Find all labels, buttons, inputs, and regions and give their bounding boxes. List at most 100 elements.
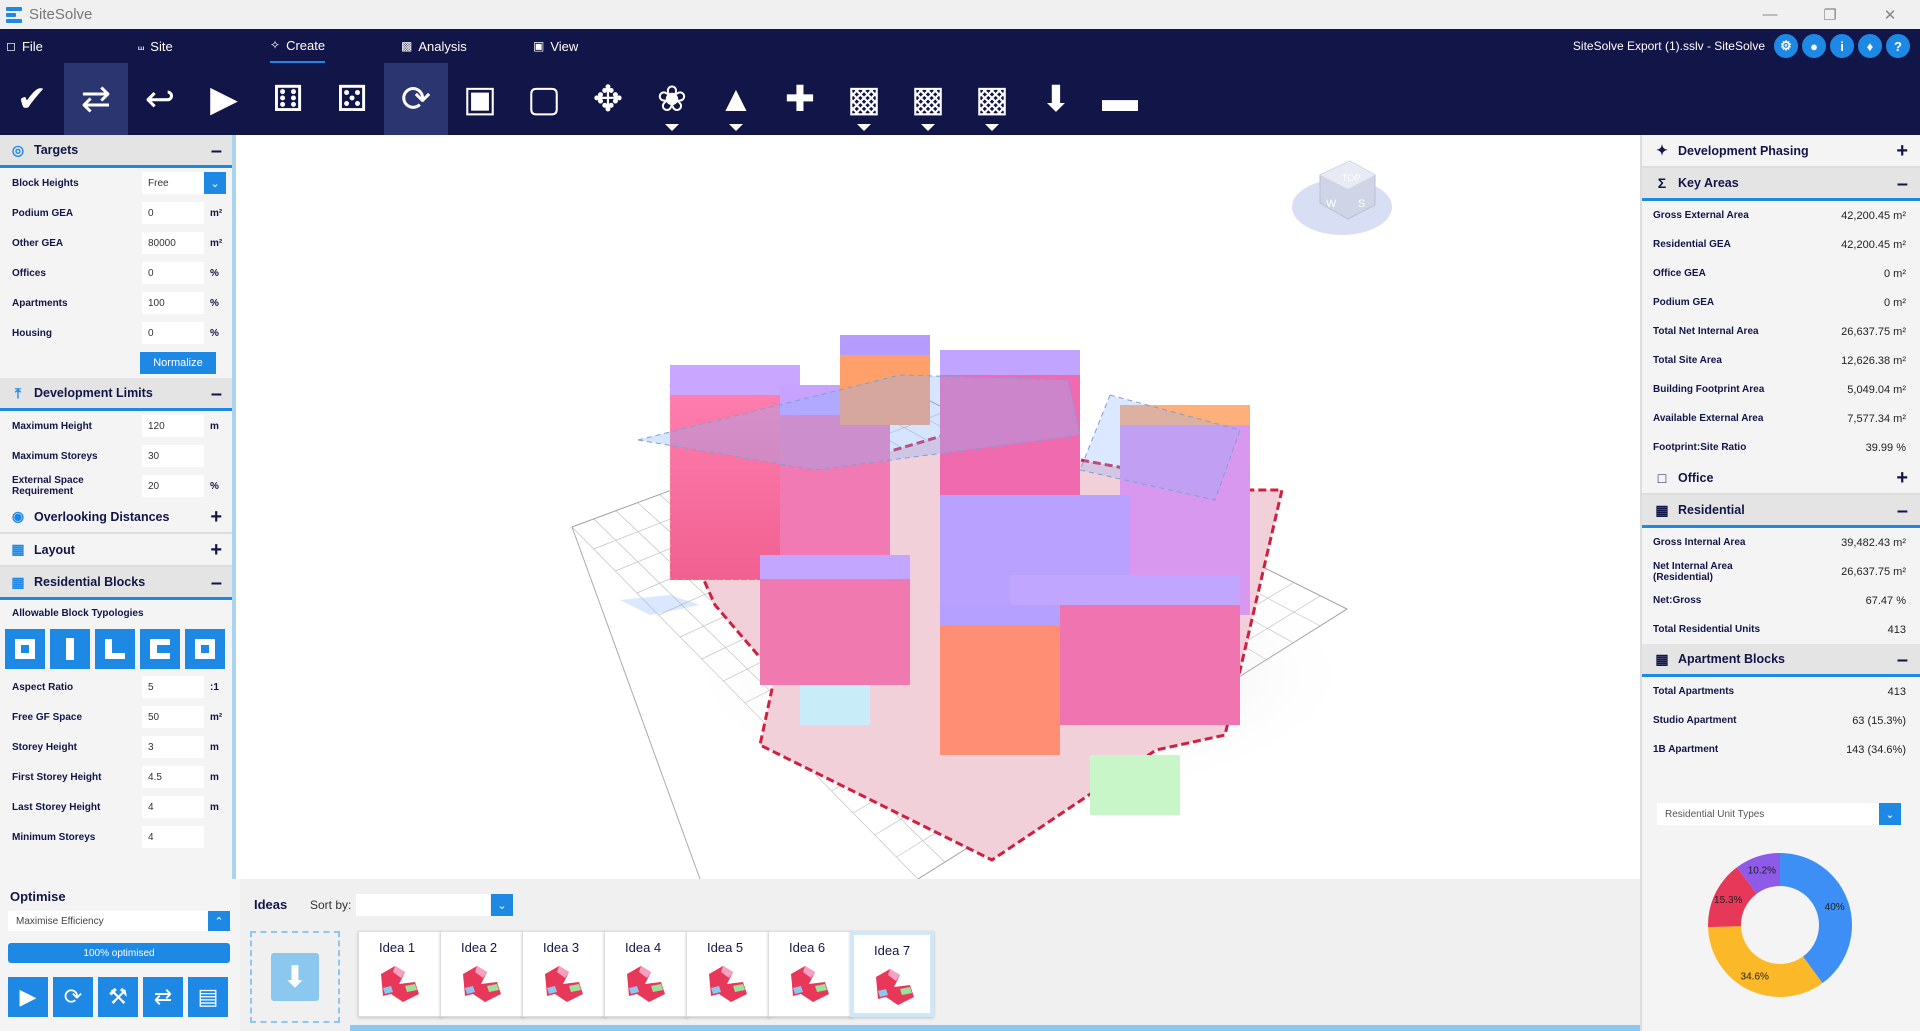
row-value: 7,577.34 m² xyxy=(1847,412,1906,425)
idea-card[interactable]: Idea 5 xyxy=(686,931,770,1017)
expand-icon[interactable]: + xyxy=(210,539,222,562)
collapse-icon[interactable]: – xyxy=(211,140,222,163)
tab-view[interactable]: ▣ View xyxy=(533,29,578,63)
help-icon[interactable]: ? xyxy=(1886,34,1910,58)
close-icon[interactable]: ✕ xyxy=(1860,0,1920,29)
network-icon[interactable]: ✥ xyxy=(576,63,640,135)
idea-card[interactable]: Idea 7 xyxy=(850,931,934,1017)
expand-icon[interactable]: + xyxy=(1896,467,1908,490)
normalize-button[interactable]: Normalize xyxy=(140,352,216,374)
broadcast-icon[interactable]: ❀ xyxy=(640,63,704,135)
section-development-limits[interactable]: ⤒ Development Limits – xyxy=(0,378,232,411)
first-storey-height-input[interactable]: 4.5 xyxy=(142,766,204,788)
lock-icon[interactable]: ▣ xyxy=(448,63,512,135)
tab-file[interactable]: ◻ File xyxy=(6,29,43,63)
chevron-up-icon[interactable]: ⌃ xyxy=(208,911,230,931)
refresh-icon[interactable]: ⟳ xyxy=(53,977,93,1017)
idea-card[interactable]: Idea 3 xyxy=(522,931,606,1017)
section-residential-blocks[interactable]: ▦ Residential Blocks – xyxy=(0,567,232,600)
minimum-storeys-input[interactable]: 4 xyxy=(142,826,204,848)
free-gf-space-input[interactable]: 50 xyxy=(142,706,204,728)
buildings-icon[interactable]: ▲ xyxy=(704,63,768,135)
expand-icon[interactable]: + xyxy=(1896,140,1908,163)
play-icon[interactable]: ▶ xyxy=(192,63,256,135)
section-targets[interactable]: ◎ Targets – xyxy=(0,135,232,168)
storey-height-input[interactable]: 3 xyxy=(142,736,204,758)
minus-icon[interactable]: ▬ xyxy=(1088,63,1152,135)
sort-by-select[interactable] xyxy=(356,894,490,916)
undo-arrow-icon[interactable]: ↩ xyxy=(128,63,192,135)
restore-icon[interactable]: ❐ xyxy=(1800,0,1860,29)
shuffle-icon[interactable]: ⇄ xyxy=(143,977,183,1017)
idea-card[interactable]: Idea 1 xyxy=(358,931,442,1017)
podium-gea-input[interactable]: 0 xyxy=(142,202,204,224)
save-idea-dropzone[interactable]: ⬇ xyxy=(250,931,340,1023)
optimize-shuffle-icon[interactable]: ⇄ xyxy=(64,63,128,135)
user-icon[interactable]: ● xyxy=(1802,34,1826,58)
section-layout[interactable]: ▦ Layout + xyxy=(0,534,232,567)
idea-card[interactable]: Idea 4 xyxy=(604,931,688,1017)
collapse-icon[interactable]: – xyxy=(1897,173,1908,196)
optimise-mode-select[interactable]: Maximise Efficiency xyxy=(8,911,208,931)
collapse-icon[interactable]: – xyxy=(211,383,222,406)
block-heights-select[interactable]: Free xyxy=(142,172,204,194)
apartments-input[interactable]: 100 xyxy=(142,292,204,314)
unlock-icon[interactable]: ▢ xyxy=(512,63,576,135)
external-space-input[interactable]: 20 xyxy=(142,475,204,497)
check-icon[interactable]: ✔ xyxy=(0,63,64,135)
section-development-phasing[interactable]: ✦ Development Phasing + xyxy=(1642,135,1920,168)
section-residential[interactable]: ▦ Residential – xyxy=(1642,495,1920,528)
collapse-icon[interactable]: – xyxy=(1897,649,1908,672)
massing-model-view[interactable]: TOP W S xyxy=(240,135,1640,879)
section-key-areas[interactable]: Σ Key Areas – xyxy=(1642,168,1920,201)
section-overlooking-distances[interactable]: ◉ Overlooking Distances + xyxy=(0,501,232,534)
box-cut-icon[interactable]: ▩ xyxy=(960,63,1024,135)
toolbar: ✔ ⇄ ↩ ▶ ⚅ ⚄ ⟳ ▣ ▢ ✥ ❀ ▲ ✚ ▩ ▩ ▩ ⬇ ▬ xyxy=(0,63,1920,135)
idea-card[interactable]: Idea 6 xyxy=(768,931,852,1017)
aspect-ratio-input[interactable]: 5 xyxy=(142,676,204,698)
box-pen-icon[interactable]: ▩ xyxy=(896,63,960,135)
typology-l-shape-icon[interactable] xyxy=(95,629,135,669)
3d-viewport[interactable]: TOP W S xyxy=(240,135,1640,879)
maximum-height-input[interactable]: 120 xyxy=(142,415,204,437)
maximum-storeys-input[interactable]: 30 xyxy=(142,445,204,467)
dice-pair-icon[interactable]: ⚄ xyxy=(320,63,384,135)
collapse-icon[interactable]: – xyxy=(211,572,222,595)
last-storey-height-input[interactable]: 4 xyxy=(142,796,204,818)
tab-analysis[interactable]: ▩ Analysis xyxy=(401,29,467,63)
expand-icon[interactable]: + xyxy=(210,506,222,529)
clipboard-icon[interactable]: ▤ xyxy=(188,977,228,1017)
view-navigation-cube[interactable]: TOP W S xyxy=(1292,160,1392,235)
housing-input[interactable]: 0 xyxy=(142,322,204,344)
other-gea-input[interactable]: 80000 xyxy=(142,232,204,254)
minimize-icon[interactable]: — xyxy=(1740,0,1800,29)
play-icon[interactable]: ▶ xyxy=(8,977,48,1017)
info-icon[interactable]: i xyxy=(1830,34,1854,58)
dice-icon[interactable]: ⚅ xyxy=(256,63,320,135)
tab-create[interactable]: ✧ Create xyxy=(270,29,326,63)
section-apartment-blocks[interactable]: ▦ Apartment Blocks – xyxy=(1642,644,1920,677)
section-office[interactable]: □ Office + xyxy=(1642,462,1920,495)
bell-icon[interactable]: ♦ xyxy=(1858,34,1882,58)
box-edit-icon[interactable]: ▩ xyxy=(832,63,896,135)
typology-square-icon[interactable] xyxy=(5,629,45,669)
offices-input[interactable]: 0 xyxy=(142,262,204,284)
unit-types-select[interactable]: Residential Unit Types xyxy=(1657,803,1879,825)
typology-courtyard-icon[interactable] xyxy=(185,629,225,669)
wrench-icon[interactable]: ⚒ xyxy=(98,977,138,1017)
chevron-down-icon[interactable]: ⌄ xyxy=(491,894,513,916)
tab-site[interactable]: ⧢ Site xyxy=(138,29,173,63)
collapse-icon[interactable]: – xyxy=(1897,500,1908,523)
settings-icon[interactable]: ⚙ xyxy=(1774,34,1798,58)
idea-card[interactable]: Idea 2 xyxy=(440,931,524,1017)
idea-name: Idea 4 xyxy=(625,940,662,955)
ideas-scrollbar[interactable] xyxy=(350,1025,1640,1031)
plus-icon[interactable]: ✚ xyxy=(768,63,832,135)
download-icon[interactable]: ⬇ xyxy=(1024,63,1088,135)
chevron-down-icon[interactable]: ⌄ xyxy=(1879,803,1901,825)
lock-refresh-icon[interactable]: ⟳ xyxy=(384,63,448,135)
chevron-down-icon[interactable]: ⌄ xyxy=(204,172,226,194)
typology-c-shape-icon[interactable] xyxy=(140,629,180,669)
typology-bar-icon[interactable] xyxy=(50,629,90,669)
donut-slice xyxy=(1708,926,1823,997)
